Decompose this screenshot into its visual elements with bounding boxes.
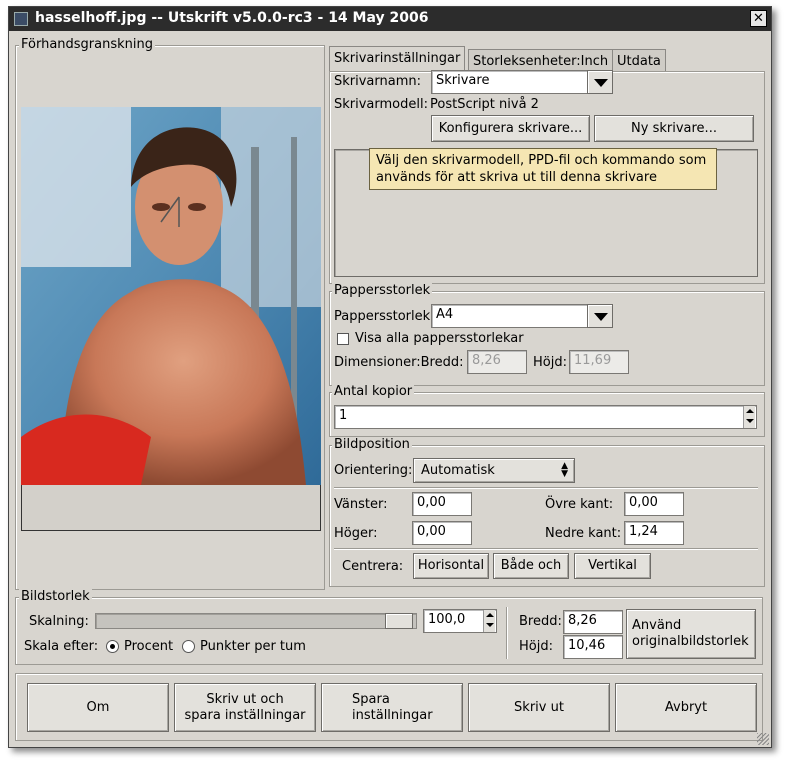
spin-up-icon[interactable] [746,409,754,413]
save-line-2: inställningar [352,707,433,723]
paper-size-select[interactable]: A4 [431,304,589,328]
paper-width-field: 8,26 [467,350,527,374]
use-original-line-1: Använd [632,618,682,633]
bottom-margin-field[interactable]: 1,24 [624,521,684,545]
dimensions-width-label: Dimensioner:Bredd: [334,355,464,370]
top-margin-field[interactable]: 0,00 [624,492,684,516]
use-original-size-button[interactable]: Använd originalbildstorlek [626,609,756,659]
paper-height-field: 11,69 [569,350,629,374]
paper-size-legend: Pappersstorlek [332,283,433,298]
window-icon [14,12,28,26]
window-title: hasselhoff.jpg -- Utskrift v5.0.0-rc3 - … [35,10,429,26]
bottom-margin-label: Nedre kant: [545,526,622,541]
left-margin-field[interactable]: 0,00 [412,492,472,516]
printer-tooltip: Välj den skrivarmodell, PPD-fil och komm… [369,148,717,190]
center-both-button[interactable]: Både och [493,553,569,579]
radio-percent-label[interactable]: Procent [124,639,173,654]
spin-down-icon[interactable] [486,623,494,627]
photo-graphic [21,107,321,485]
center-label: Centrera: [342,559,404,574]
position-separator-1 [334,487,758,488]
close-button[interactable]: ✕ [750,10,767,27]
print-dialog-window: hasselhoff.jpg -- Utskrift v5.0.0-rc3 - … [8,6,772,748]
spin-up-icon[interactable] [486,613,494,617]
right-margin-label: Höger: [334,526,378,541]
image-size-legend: Bildstorlek [19,589,92,604]
cancel-button[interactable]: Avbryt [615,683,757,732]
tooltip-line-2: används för att skriva ut till denna skr… [376,170,657,185]
print-save-line-2: spara inställningar [184,707,306,723]
preview-image [21,107,321,485]
scale-label: Skalning: [29,614,89,629]
dimensions-height-label: Höjd: [533,355,567,370]
radio-ppi-label[interactable]: Punkter per tum [200,639,306,654]
use-original-line-2: originalbildstorlek [632,634,749,649]
copies-field[interactable]: 1 [334,405,757,429]
center-vertical-button[interactable]: Vertikal [574,553,651,579]
printer-name-label: Skrivarnamn: [334,74,422,89]
radio-ppi[interactable] [182,640,195,653]
orientation-label: Orientering: [334,463,413,478]
image-size-divider [506,607,507,659]
updown-arrows-icon: ▲ ▼ [561,461,568,479]
image-width-label: Bredd: [519,614,562,629]
configure-printer-button[interactable]: Konfigurera skrivare... [431,115,590,142]
paper-size-dropdown[interactable] [587,304,613,328]
top-margin-label: Övre kant: [545,497,614,512]
tooltip-line-1: Välj den skrivarmodell, PPD-fil och komm… [376,153,707,168]
image-width-field[interactable]: 8,26 [563,610,623,634]
new-printer-button[interactable]: Ny skrivare... [594,115,754,142]
save-settings-button[interactable]: Spara inställningar [321,683,463,732]
scale-slider-handle[interactable] [385,613,413,629]
title-bar[interactable]: hasselhoff.jpg -- Utskrift v5.0.0-rc3 - … [9,7,771,31]
center-horizontal-button[interactable]: Horisontal [413,553,489,579]
chevron-down-icon [594,313,608,321]
orientation-select[interactable]: Automatisk ▲ ▼ [413,458,575,483]
image-height-label: Höjd: [519,639,553,654]
tab-printer-settings[interactable]: Skrivarinställningar [329,46,466,73]
printer-model-label: Skrivarmodell: [334,97,428,112]
printer-name-dropdown[interactable] [587,70,613,94]
radio-percent[interactable] [106,640,119,653]
tab-output[interactable]: Utdata [612,49,666,73]
image-position-legend: Bildposition [332,437,412,452]
chevron-down-icon [594,79,608,87]
copies-spinner[interactable] [743,406,755,428]
print-save-line-1: Skriv ut och [206,691,284,707]
resize-grip-icon[interactable] [757,733,769,745]
paper-size-label: Pappersstorlek [334,309,431,324]
save-line-1: Spara [352,691,390,707]
right-margin-field[interactable]: 0,00 [412,521,472,545]
about-button[interactable]: Om [27,683,169,732]
scale-slider-track[interactable] [95,613,417,629]
scale-by-label: Skala efter: [24,639,99,654]
image-height-field[interactable]: 10,46 [563,635,623,659]
printer-model-value: PostScript nivå 2 [430,97,539,112]
position-separator-2 [334,548,758,549]
print-button[interactable]: Skriv ut [468,683,610,732]
copies-legend: Antal kopior [332,384,415,399]
preview-legend: Förhandsgranskning [19,37,155,52]
printer-name-select[interactable]: Skrivare [431,70,589,94]
scale-spinner[interactable] [483,610,495,632]
spin-down-icon[interactable] [746,419,754,423]
show-all-papers-label[interactable]: Visa alla pappersstorlekar [355,331,524,346]
orientation-value: Automatisk [421,462,495,478]
print-and-save-button[interactable]: Skriv ut och spara inställningar [174,683,316,732]
show-all-papers-checkbox[interactable] [337,333,349,345]
left-margin-label: Vänster: [334,497,388,512]
